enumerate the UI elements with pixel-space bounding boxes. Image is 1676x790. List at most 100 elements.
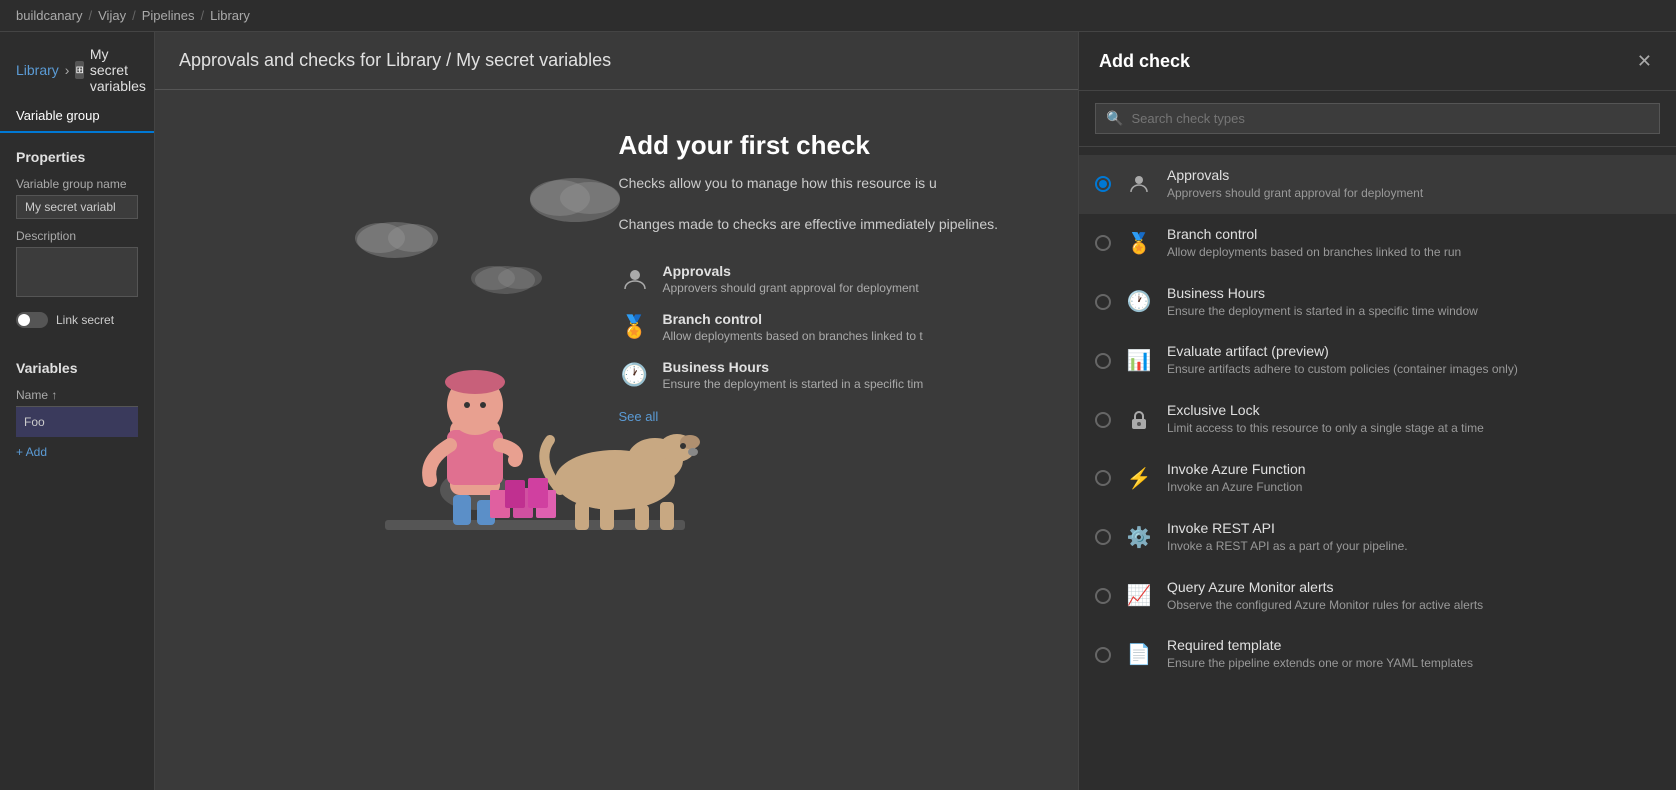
variables-title: Variables xyxy=(16,360,138,376)
radio-approvals[interactable] xyxy=(1095,176,1111,192)
icon-query_azure_monitor: 📈 xyxy=(1123,580,1155,612)
breadcrumb-vijay[interactable]: Vijay xyxy=(98,8,126,23)
main-area: Library › ⊞ My secret variables Variable… xyxy=(0,32,1676,790)
breadcrumb-bar: buildcanary / Vijay / Pipelines / Librar… xyxy=(0,0,1676,32)
desc-exclusive_lock: Limit access to this resource to only a … xyxy=(1167,420,1660,437)
link-secrets-toggle-row: Link secret xyxy=(16,312,138,328)
first-check-title: Add your first check xyxy=(619,130,999,161)
check-item-exclusive_lock[interactable]: Exclusive Lock Limit access to this reso… xyxy=(1079,390,1676,449)
center-check-title: Business Hours xyxy=(663,359,924,375)
desc-approvals: Approvers should grant approval for depl… xyxy=(1167,185,1660,202)
desc-branch_control: Allow deployments based on branches link… xyxy=(1167,244,1660,261)
text-evaluate_artifact: Evaluate artifact (preview) Ensure artif… xyxy=(1167,343,1660,378)
variables-section: Variables Name ↑ Foo + Add xyxy=(0,360,154,467)
check-item-invoke_rest_api[interactable]: ⚙️ Invoke REST API Invoke a REST API as … xyxy=(1079,508,1676,567)
title-business_hours: Business Hours xyxy=(1167,285,1660,301)
center-check-item: 🕐 Business Hours Ensure the deployment i… xyxy=(619,351,999,399)
center-check-text: Approvals Approvers should grant approva… xyxy=(663,263,919,295)
breadcrumb-pipelines[interactable]: Pipelines xyxy=(142,8,195,23)
breadcrumb-sep-1: / xyxy=(89,8,93,23)
desc-required_template: Ensure the pipeline extends one or more … xyxy=(1167,655,1660,672)
center-check-icon xyxy=(619,263,651,295)
text-invoke_rest_api: Invoke REST API Invoke a REST API as a p… xyxy=(1167,520,1660,555)
right-panel: Add check ✕ 🔍 Approvals Approvers should… xyxy=(1078,32,1676,790)
center-check-desc: Ensure the deployment is started in a sp… xyxy=(663,377,924,391)
icon-required_template: 📄 xyxy=(1123,639,1155,671)
check-item-evaluate_artifact[interactable]: 📊 Evaluate artifact (preview) Ensure art… xyxy=(1079,331,1676,390)
icon-exclusive_lock xyxy=(1123,404,1155,436)
check-list: Approvals Approvers should grant approva… xyxy=(619,255,999,399)
variable-group-name-input[interactable] xyxy=(16,195,138,219)
library-header-area: Library › ⊞ My secret variables xyxy=(0,32,154,100)
title-query_azure_monitor: Query Azure Monitor alerts xyxy=(1167,579,1660,595)
first-check-desc1: Checks allow you to manage how this reso… xyxy=(619,173,999,194)
breadcrumb-library[interactable]: Library xyxy=(210,8,250,23)
center-check-icon: 🏅 xyxy=(619,311,651,343)
center-check-text: Branch control Allow deployments based o… xyxy=(663,311,923,343)
check-item-business_hours[interactable]: 🕐 Business Hours Ensure the deployment i… xyxy=(1079,273,1676,332)
check-item-approvals[interactable]: Approvals Approvers should grant approva… xyxy=(1079,155,1676,214)
center-check-desc: Allow deployments based on branches link… xyxy=(663,329,923,343)
radio-branch_control[interactable] xyxy=(1095,235,1111,251)
title-invoke_rest_api: Invoke REST API xyxy=(1167,520,1660,536)
radio-query_azure_monitor[interactable] xyxy=(1095,588,1111,604)
title-invoke_azure_function: Invoke Azure Function xyxy=(1167,461,1660,477)
breadcrumb-buildcanary[interactable]: buildcanary xyxy=(16,8,83,23)
check-item-required_template[interactable]: 📄 Required template Ensure the pipeline … xyxy=(1079,625,1676,684)
breadcrumb-sep-2: / xyxy=(132,8,136,23)
search-box: 🔍 xyxy=(1095,103,1660,134)
properties-title: Properties xyxy=(16,149,138,165)
add-variable-button[interactable]: + Add xyxy=(16,437,47,467)
close-button[interactable]: ✕ xyxy=(1633,48,1656,74)
text-branch_control: Branch control Allow deployments based o… xyxy=(1167,226,1660,261)
check-item-query_azure_monitor[interactable]: 📈 Query Azure Monitor alerts Observe the… xyxy=(1079,567,1676,626)
center-check-icon: 🕐 xyxy=(619,359,651,391)
sidebar-item-variable-group[interactable]: Variable group xyxy=(0,100,154,133)
search-icon: 🔍 xyxy=(1106,110,1123,127)
illustration-area: Add your first check Checks allow you to… xyxy=(155,90,1078,790)
first-check-desc2: Changes made to checks are effective imm… xyxy=(619,214,999,235)
page-title: Approvals and checks for Library / My se… xyxy=(155,32,1078,90)
table-row[interactable]: Foo xyxy=(16,407,138,437)
radio-exclusive_lock[interactable] xyxy=(1095,412,1111,428)
desc-invoke_rest_api: Invoke a REST API as a part of your pipe… xyxy=(1167,538,1660,555)
check-item-branch_control[interactable]: 🏅 Branch control Allow deployments based… xyxy=(1079,214,1676,273)
search-input[interactable] xyxy=(1131,111,1649,126)
text-query_azure_monitor: Query Azure Monitor alerts Observe the c… xyxy=(1167,579,1660,614)
right-panel-title: Add check xyxy=(1099,51,1190,72)
sidebar: Library › ⊞ My secret variables Variable… xyxy=(0,32,155,790)
text-invoke_azure_function: Invoke Azure Function Invoke an Azure Fu… xyxy=(1167,461,1660,496)
library-link[interactable]: Library xyxy=(16,62,59,78)
title-exclusive_lock: Exclusive Lock xyxy=(1167,402,1660,418)
check-item-invoke_azure_function[interactable]: ⚡ Invoke Azure Function Invoke an Azure … xyxy=(1079,449,1676,508)
desc-invoke_azure_function: Invoke an Azure Function xyxy=(1167,479,1660,496)
variable-group-name-label: Variable group name xyxy=(16,177,138,191)
center-check-title: Approvals xyxy=(663,263,919,279)
radio-invoke_rest_api[interactable] xyxy=(1095,529,1111,545)
search-container: 🔍 xyxy=(1079,91,1676,147)
desc-business_hours: Ensure the deployment is started in a sp… xyxy=(1167,303,1660,320)
text-business_hours: Business Hours Ensure the deployment is … xyxy=(1167,285,1660,320)
center-check-title: Branch control xyxy=(663,311,923,327)
radio-required_template[interactable] xyxy=(1095,647,1111,663)
title-approvals: Approvals xyxy=(1167,167,1660,183)
icon-business_hours: 🕐 xyxy=(1123,286,1155,318)
radio-evaluate_artifact[interactable] xyxy=(1095,353,1111,369)
icon-invoke_azure_function: ⚡ xyxy=(1123,462,1155,494)
desc-query_azure_monitor: Observe the configured Azure Monitor rul… xyxy=(1167,597,1660,614)
title-evaluate_artifact: Evaluate artifact (preview) xyxy=(1167,343,1660,359)
text-required_template: Required template Ensure the pipeline ex… xyxy=(1167,637,1660,672)
see-all-link[interactable]: See all xyxy=(619,409,659,424)
center-check-desc: Approvers should grant approval for depl… xyxy=(663,281,919,295)
center-check-text: Business Hours Ensure the deployment is … xyxy=(663,359,924,391)
link-secrets-toggle[interactable] xyxy=(16,312,48,328)
radio-invoke_azure_function[interactable] xyxy=(1095,470,1111,486)
properties-section: Properties Variable group name Descripti… xyxy=(0,133,154,360)
radio-business_hours[interactable] xyxy=(1095,294,1111,310)
name-col-header: Name ↑ xyxy=(16,388,57,402)
link-secrets-label: Link secret xyxy=(56,313,114,327)
center-check-item: 🏅 Branch control Allow deployments based… xyxy=(619,303,999,351)
breadcrumb-chevron: › xyxy=(65,62,70,78)
desc-evaluate_artifact: Ensure artifacts adhere to custom polici… xyxy=(1167,361,1660,378)
description-textarea[interactable] xyxy=(16,247,138,297)
